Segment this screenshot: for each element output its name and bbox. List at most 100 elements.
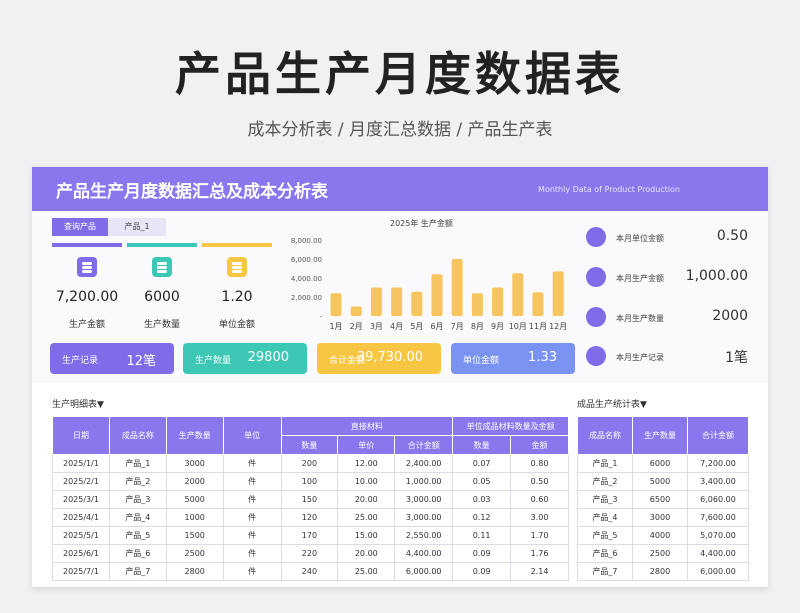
x-tick-label: 12月 [549,322,567,331]
table-cell: 3000 [165,454,224,473]
col-header: 单位 [222,416,282,455]
col-header: 单价 [337,435,396,455]
table-cell: 件 [222,472,282,491]
table-cell: 3.00 [510,508,569,527]
table-cell: 件 [222,454,282,473]
detail-section-title[interactable]: 生产明细表▼ [52,397,104,410]
kpi-label: 生产金额 [68,320,105,330]
kpi-underline-teal [127,243,197,247]
x-tick-label: 9月 [491,322,504,331]
table-cell: 件 [222,508,282,527]
stat-records: 生产记录 12笔 [50,343,174,374]
table-row: 2025/1/1 产品_1 3000 件 200 12.00 2,400.00 0.07 0.8… [52,454,569,473]
x-tick-label: 5月 [410,322,423,331]
table-row: 产品_2 5000 3,400.00 [577,472,750,491]
table-cell: 2500 [631,544,688,563]
monthly-label: 本月生产记录 [616,353,664,362]
x-tick-label: 2月 [350,322,363,331]
table-cell: 2500 [165,544,224,563]
table-cell: 1000 [165,508,224,527]
table-cell: 4,400.00 [394,544,454,563]
table-cell: 产品_5 [577,526,633,545]
x-tick-label: 6月 [430,322,443,331]
dashboard-sheet: 产品生产月度数据汇总及成本分析表 Monthly Data of Product… [32,167,768,587]
y-tick-label: 2,000.00 [291,294,322,302]
table-cell: 产品_1 [108,454,167,473]
product-query: 查询产品 产品_1 [52,218,166,236]
table-cell: 件 [222,562,282,581]
x-tick-label: 7月 [451,322,464,331]
document-icon [586,267,606,287]
product-summary-table: 成品名称 生产数量 合计金额 产品_1 6000 7,200.00 产品_2 5000 3… [577,416,750,581]
table-cell: 20.00 [337,544,396,563]
summary-section-title[interactable]: 成品生产统计表▼ [577,397,647,410]
table-cell: 产品_3 [108,490,167,509]
database-icon [77,257,97,277]
table-cell: 2025/5/1 [52,526,110,545]
table-cell: 2,550.00 [394,526,454,545]
table-row: 2025/4/1 产品_4 1000 件 120 25.00 3,000.00 0.12 3.0… [52,508,569,527]
overview-panel: 查询产品 产品_1 7,200.00 生产金额 6000 生产数量 1.20 单… [32,211,768,383]
table-cell: 0.07 [452,454,512,473]
stat-value: 29800 [247,350,289,365]
query-product-select[interactable]: 产品_1 [108,218,166,236]
table-cell: 0.12 [452,508,512,527]
chart-bar [370,287,382,316]
x-tick-label: 11月 [529,322,547,331]
kpi-unit-price: 1.20 单位金额 [202,257,272,330]
table-row: 产品_6 2500 4,400.00 [577,544,750,563]
table-cell: 7,600.00 [686,508,750,527]
kpi-amount: 7,200.00 生产金额 [52,257,122,330]
table-cell: 10.00 [337,472,396,491]
table-cell: 5000 [165,490,224,509]
table-cell: 1500 [165,526,224,545]
stat-total-amount: 合计金额 39,730.00 [317,343,441,374]
table-cell: 0.05 [452,472,512,491]
chart-bar [411,291,423,316]
database-icon [152,257,172,277]
table-cell: 150 [280,490,339,509]
table-cell: 3,000.00 [394,490,454,509]
table-cell: 产品_6 [108,544,167,563]
table-cell: 2025/6/1 [52,544,110,563]
chart-bar [330,293,342,316]
chart-bar [471,293,483,316]
stat-value: 1.33 [528,350,557,365]
col-header: 生产数量 [631,416,688,455]
chart-bar [350,306,362,316]
table-cell: 2025/1/1 [52,454,110,473]
table-cell: 产品_7 [577,562,633,581]
table-cell: 0.50 [510,472,569,491]
monthly-value: 1笔 [725,350,748,366]
table-cell: 200 [280,454,339,473]
table-cell: 产品_6 [577,544,633,563]
kpi-label: 单位金额 [218,320,255,330]
col-header: 成品名称 [108,416,167,455]
monthly-value: 1,000.00 [685,268,748,284]
table-cell: 0.03 [452,490,512,509]
table-cell: 25.00 [337,508,396,527]
monthly-value: 0.50 [716,228,748,244]
table-cell: 0.09 [452,544,512,563]
x-tick-label: 1月 [329,322,342,331]
chart-bar [492,287,504,316]
table-cell: 产品_2 [577,472,633,491]
table-cell: 件 [222,490,282,509]
kpi-value: 1.20 [221,289,253,305]
monthly-amount: 本月生产金额 1,000.00 [586,267,756,289]
table-cell: 6500 [631,490,688,509]
table-cell: 2025/7/1 [52,562,110,581]
page-subtitle: 成本分析表 / 月度汇总数据 / 产品生产表 [247,120,553,140]
table-cell: 6,060.00 [686,490,750,509]
table-row: 2025/2/1 产品_2 2000 件 100 10.00 1,000.00 0.05 0.5… [52,472,569,491]
table-cell: 0.11 [452,526,512,545]
table-cell: 25.00 [337,562,396,581]
table-cell: 170 [280,526,339,545]
table-cell: 产品_4 [108,508,167,527]
table-cell: 12.00 [337,454,396,473]
table-row: 2025/7/1 产品_7 2800 件 240 25.00 6,000.00 0.09 2.1… [52,562,569,581]
table-cell: 4000 [631,526,688,545]
monthly-records: 本月生产记录 1笔 [586,346,756,368]
table-cell: 100 [280,472,339,491]
banner: 产品生产月度数据汇总及成本分析表 Monthly Data of Product… [32,167,768,211]
